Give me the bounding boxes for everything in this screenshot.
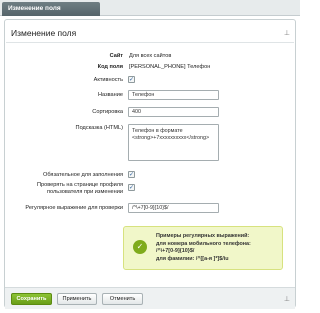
name-input[interactable]: Телефон xyxy=(128,90,219,100)
hint-line-2: для номера мобильного телефона: xyxy=(156,240,251,247)
sort-label: Сортировка xyxy=(92,109,123,115)
check-profile-label-line-1: Проверять на странице профиля xyxy=(37,182,123,188)
page-title: Изменение поля xyxy=(11,28,77,38)
sort-input[interactable]: 400 xyxy=(128,107,219,117)
check-profile-label: Проверять на странице профиля пользовате… xyxy=(37,182,123,196)
cancel-button[interactable]: Отменить xyxy=(102,293,143,305)
required-label: Обязательное для заполнения xyxy=(43,172,123,178)
hint-line-4: для фамилии: /^[[а-я ]*]$/iu xyxy=(156,255,229,262)
divider xyxy=(6,42,294,43)
save-button[interactable]: Сохранить xyxy=(11,293,52,305)
hint-line-3: /^\+7[0-9]{10}$/ xyxy=(156,248,195,254)
tooltip-textarea[interactable]: Телефон в формате <strong>+7xxxxxxxxxx</… xyxy=(128,124,219,161)
active-checkbox[interactable]: ✓ xyxy=(128,76,135,83)
check-profile-checkbox[interactable]: ✓ xyxy=(128,184,135,191)
hint-line-1: Примеры регулярных выражений: xyxy=(156,233,250,239)
tooltip-line-1: Телефон в формате xyxy=(132,128,183,134)
check-icon: ✓ xyxy=(133,240,147,254)
tab-edit-field[interactable]: Изменение поля xyxy=(2,2,100,16)
apply-button[interactable]: Применить xyxy=(57,293,97,305)
tooltip-line-2: <strong>+7xxxxxxxxxx</strong> xyxy=(132,135,210,142)
site-label: Сайт xyxy=(109,53,123,59)
tab-label: Изменение поля xyxy=(8,5,61,12)
tab-bar: Изменение поля xyxy=(0,0,300,16)
name-label: Название xyxy=(98,92,123,98)
tooltip-label: Подсказка (HTML) xyxy=(75,125,123,131)
regex-examples-hint: ✓ Примеры регулярных выражений: для номе… xyxy=(123,226,283,270)
regex-input[interactable]: /^\+7[0-9]{10}$/ xyxy=(128,203,219,213)
pin-icon[interactable]: ⊥ xyxy=(284,29,290,37)
regex-label: Регулярное выражение для проверки xyxy=(25,205,123,211)
pin-icon[interactable]: ⊥ xyxy=(284,295,290,303)
required-checkbox[interactable]: ✓ xyxy=(128,171,135,178)
active-label: Активность xyxy=(93,77,123,83)
field-code-label: Код поля xyxy=(97,64,123,70)
field-code-value: [PERSONAL_PHONE] Телефон xyxy=(129,64,211,70)
check-profile-label-line-2: пользователя при изменении xyxy=(47,189,123,195)
site-value: Для всех сайтов xyxy=(129,53,172,59)
form-footer: Сохранить Применить Отменить ⊥ xyxy=(5,287,295,309)
